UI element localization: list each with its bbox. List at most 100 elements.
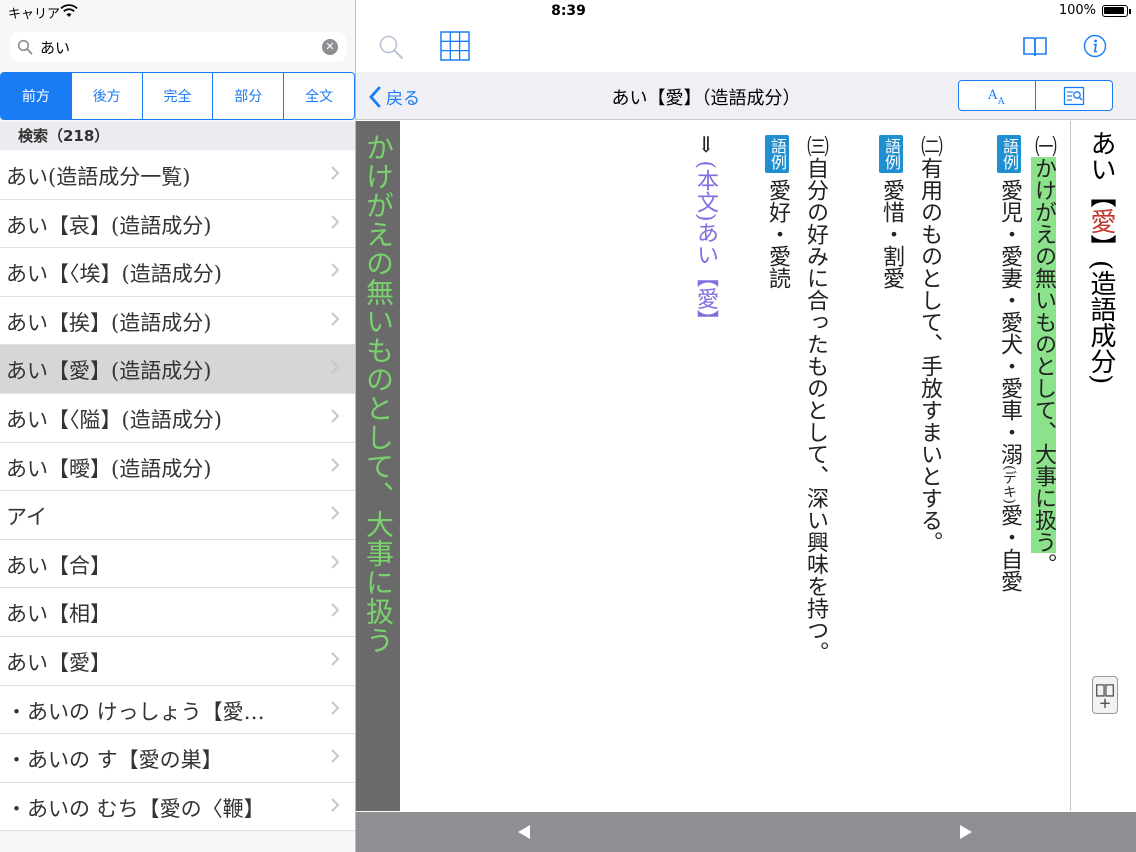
next-page-button[interactable] [956, 822, 976, 842]
result-row[interactable]: あい【哀】(造語成分) [0, 199, 356, 249]
sense-marker: ㈠ [1031, 135, 1056, 157]
battery-icon [1102, 5, 1131, 17]
mode-partial[interactable]: 部分 [213, 73, 285, 119]
examples-text: 愛好・愛読 [765, 179, 790, 289]
chevron-right-icon [331, 214, 340, 229]
ruby-text: (デキ) [1001, 465, 1017, 504]
sense-marker: ㈡ [917, 135, 942, 157]
battery-percent: 100% [1058, 3, 1096, 18]
chevron-right-icon [331, 409, 340, 423]
mode-backward[interactable]: 後方 [72, 73, 143, 119]
sense-3: ㈢自分の好みに合ったものとして、深い興味を持つ。 [802, 135, 828, 663]
page-navigation-bar [356, 812, 1136, 852]
svg-text:A: A [997, 97, 1005, 106]
entry-body: ㈠かけがえの無いものとして、大事に扱う。 語例愛児・愛妻・愛犬・愛車・溺(デキ)… [400, 121, 1070, 811]
result-row[interactable]: あい【相】 [0, 588, 356, 637]
lookup-icon [1063, 86, 1085, 105]
result-row[interactable]: ・あいの けっしょう【愛… [0, 685, 356, 735]
book-plus-icon[interactable] [1092, 676, 1118, 714]
chevron-right-icon [331, 312, 340, 326]
cross-reference: ⇒ (本文)あい【愛】 [692, 135, 718, 332]
search-pane: キャリア ✕ 前方 後方 完全 部分 全文 検索（218） あい(造語成分一覧) [0, 0, 356, 852]
chevron-right-icon [331, 749, 340, 763]
result-row-selected[interactable]: あい【愛】(造語成分) [0, 345, 356, 394]
font-size-icon: A A [987, 88, 1005, 106]
clear-search-icon[interactable]: ✕ [322, 39, 338, 55]
sense-3-examples: 語例愛好・愛読 [764, 135, 790, 289]
sense-1-examples: 語例愛児・愛妻・愛犬・愛車・溺(デキ)愛・自愛 [996, 135, 1022, 592]
chevron-right-icon [331, 603, 340, 618]
chevron-right-icon [331, 798, 340, 812]
example-badge: 語例 [997, 135, 1021, 173]
chevron-right-icon [331, 506, 340, 520]
result-label: あい【愛】(造語成分) [6, 359, 212, 384]
chevron-right-icon [331, 457, 340, 472]
result-label: あい【相】 [6, 602, 111, 627]
info-icon[interactable] [1083, 34, 1107, 58]
result-row[interactable]: あい【愛】 [0, 636, 356, 686]
search-mode-segmented-control: 前方 後方 完全 部分 全文 [0, 72, 355, 120]
book-icon[interactable] [1022, 36, 1048, 58]
mode-forward[interactable]: 前方 [1, 73, 72, 119]
chevron-right-icon [331, 360, 340, 375]
result-row[interactable]: あい【合】 [0, 539, 356, 589]
result-label: アイ [6, 505, 47, 530]
back-button[interactable]: 戻る [368, 84, 420, 109]
result-row[interactable]: あい【挨】(造語成分) [0, 296, 356, 346]
view-options-control: A A [958, 80, 1113, 111]
sense-marker: ㈢ [803, 135, 828, 157]
result-label: あい【〈埃】(造語成分) [6, 262, 222, 287]
search-input[interactable] [40, 36, 320, 58]
search-icon [17, 39, 33, 55]
sense-1-end: 。 [1031, 553, 1056, 575]
result-row[interactable]: あい(造語成分一覧) [0, 151, 356, 200]
search-bar: ✕ [10, 32, 346, 62]
headword-bracket-close: 】 [1086, 234, 1116, 260]
result-row[interactable]: あい【〈隘】(造語成分) [0, 393, 356, 443]
previous-page-button[interactable] [514, 822, 534, 842]
svg-text:A: A [987, 88, 998, 103]
highlighted-text[interactable]: かけがえの無いものとして、大事に扱う [1031, 157, 1056, 553]
headword-kana: あい [1086, 130, 1116, 182]
result-label: あい【曖】(造語成分) [6, 456, 212, 481]
grid-icon[interactable] [440, 31, 470, 61]
result-row[interactable]: あい【〈埃】(造語成分) [0, 248, 356, 297]
examples-text-end: 愛・自愛 [997, 503, 1022, 592]
search-icon[interactable] [378, 34, 404, 60]
result-label: ・あいの けっしょう【愛… [6, 699, 265, 724]
sense-2-examples: 語例愛惜・割愛 [878, 135, 904, 289]
chevron-right-icon [331, 166, 340, 180]
result-label: あい(造語成分一覧) [6, 165, 191, 189]
result-label: あい【挨】(造語成分) [6, 310, 212, 335]
mode-exact[interactable]: 完全 [143, 73, 214, 119]
result-label: あい【〈隘】(造語成分) [6, 407, 222, 432]
chevron-right-icon [331, 263, 340, 277]
crossref-link[interactable]: (本文)あい【愛】 [693, 160, 718, 331]
highlight-strip[interactable]: かけがえの無いものとして、大事に扱う [356, 121, 400, 811]
example-badge: 語例 [879, 135, 903, 173]
result-label: あい【愛】 [6, 650, 111, 675]
result-row[interactable]: ・あいの す【愛の巣】 [0, 734, 356, 783]
result-row[interactable]: アイ [0, 491, 356, 540]
chevron-right-icon [331, 700, 340, 715]
lookup-button[interactable] [1036, 81, 1112, 110]
back-label: 戻る [386, 89, 420, 109]
status-time: 8:39 [551, 3, 586, 19]
result-row[interactable]: ・あいの むち【愛の〈鞭】 [0, 782, 356, 832]
font-size-button[interactable]: A A [959, 81, 1036, 110]
result-label: あい【合】 [6, 553, 111, 578]
sense-1: ㈠かけがえの無いものとして、大事に扱う。 [1030, 135, 1056, 575]
examples-text: 愛惜・割愛 [879, 179, 904, 289]
sense-2: ㈡有用のものとして、手放すまいとする。 [916, 135, 942, 553]
status-bar-left: キャリア [0, 0, 356, 22]
highlight-strip-text: かけがえの無いものとして、大事に扱う [362, 133, 395, 655]
sense-text: 有用のものとして、手放すまいとする。 [917, 157, 942, 553]
headword-bracket-open: 【 [1086, 182, 1116, 208]
chevron-left-icon [369, 86, 381, 107]
mode-fulltext[interactable]: 全文 [284, 73, 354, 119]
result-row[interactable]: あい【曖】(造語成分) [0, 442, 356, 492]
sense-text: 自分の好みに合ったものとして、深い興味を持つ。 [803, 157, 828, 663]
chevron-right-icon [331, 652, 340, 666]
chevron-right-icon [331, 555, 340, 569]
app-root: キャリア ✕ 前方 後方 完全 部分 全文 検索（218） あい(造語成分一覧) [0, 0, 1136, 852]
